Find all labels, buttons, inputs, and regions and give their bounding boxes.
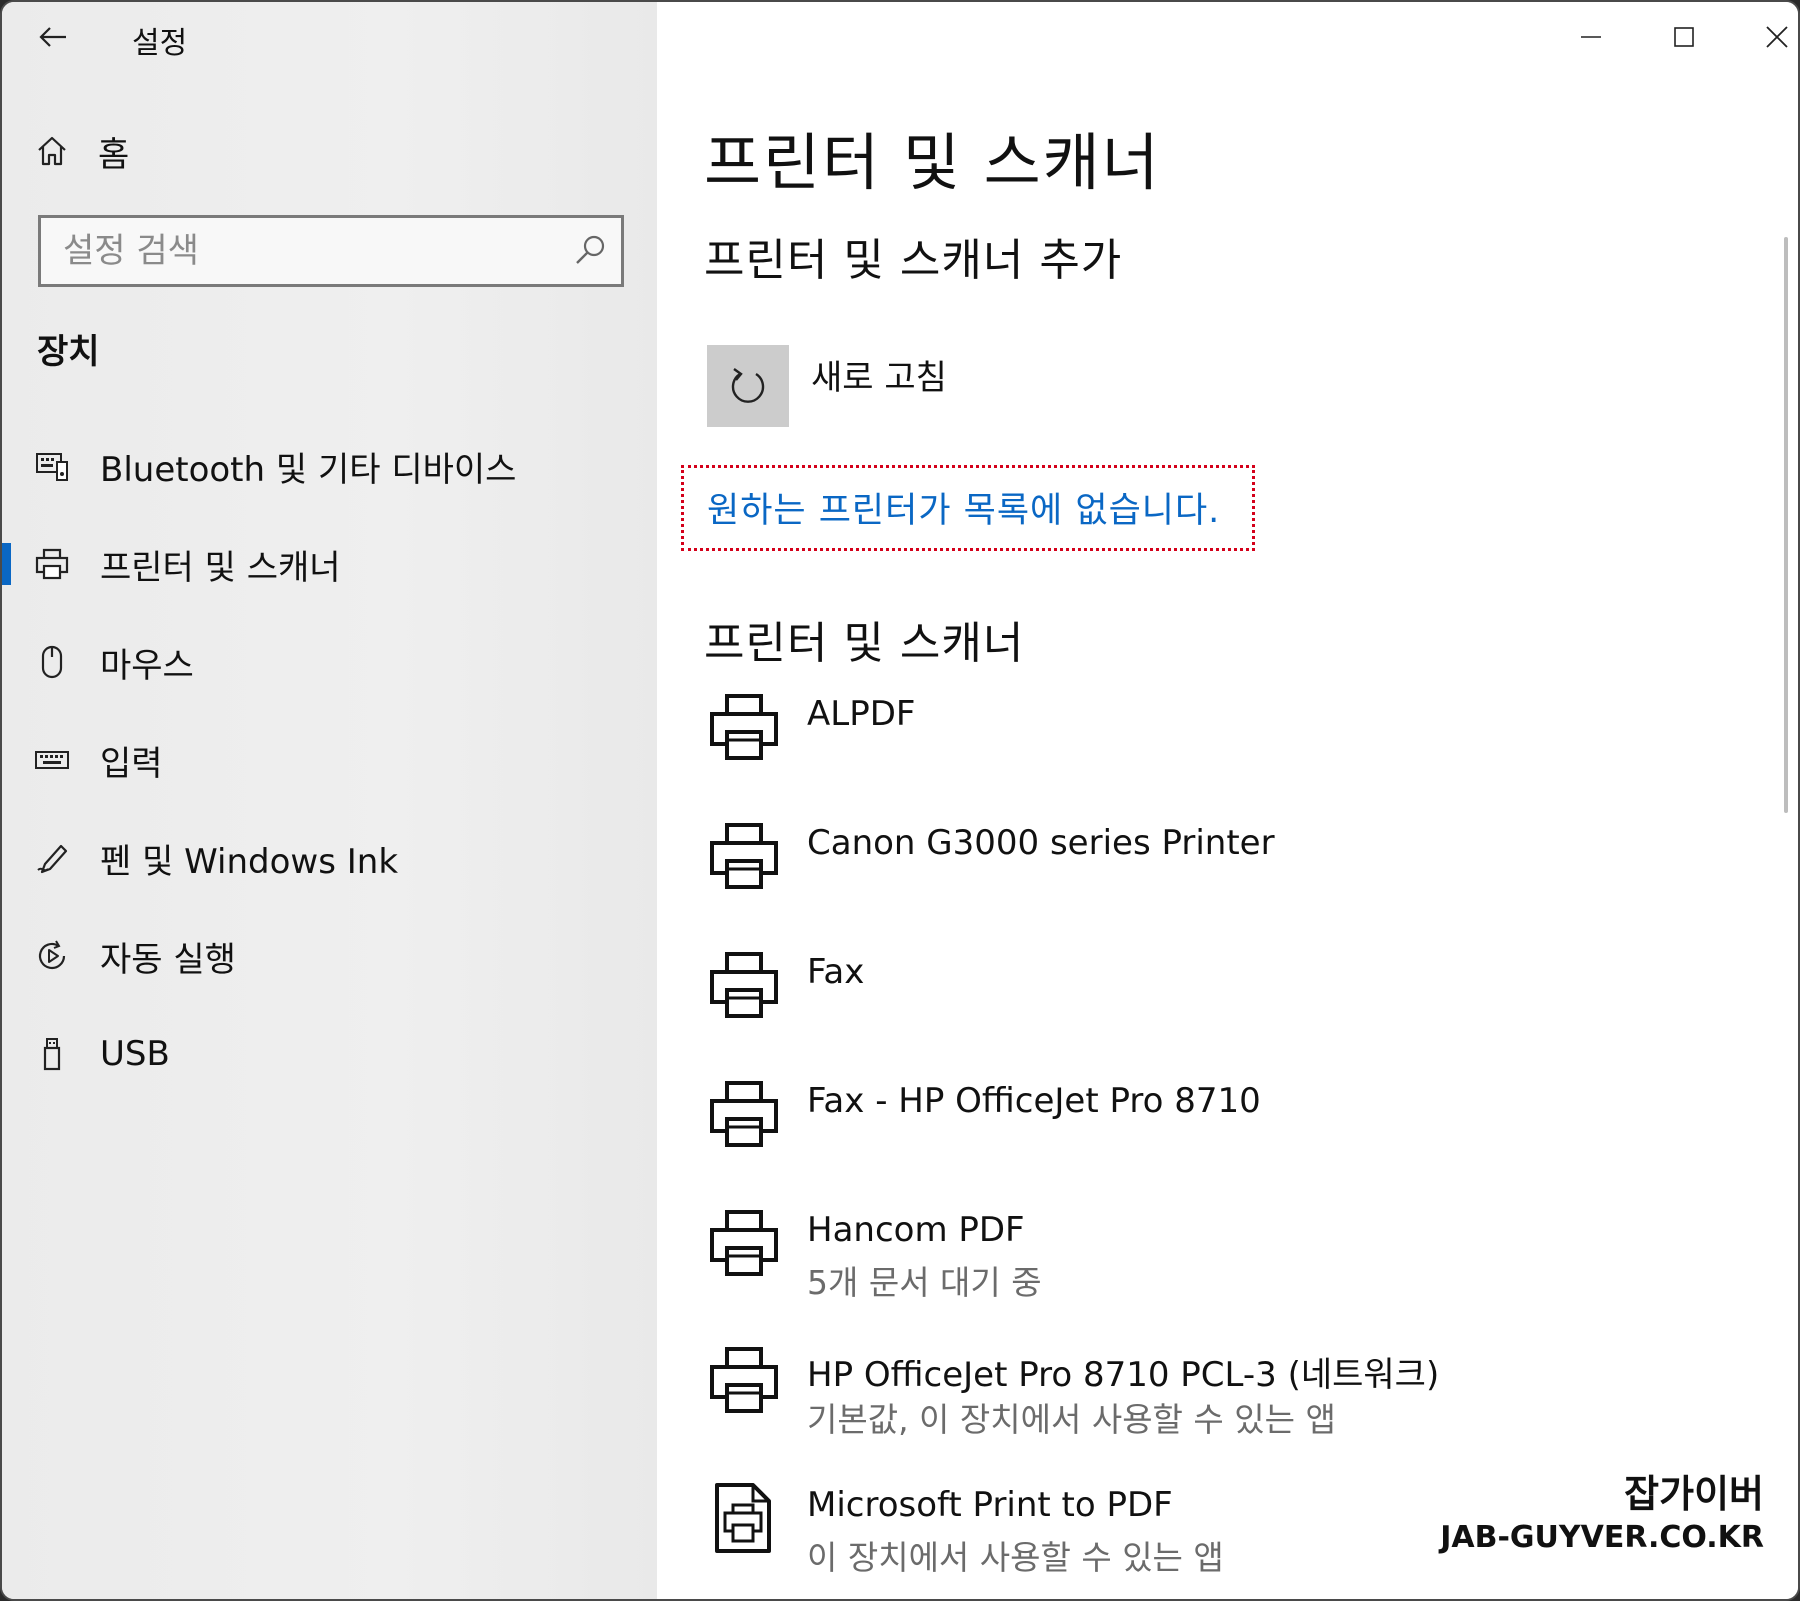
watermark: 잡가이버 JAB-GUYVER.CO.KR xyxy=(1440,1463,1764,1555)
printer-status: 기본값, 이 장치에서 사용할 수 있는 앱 xyxy=(807,1400,1336,1439)
sidebar-item-label: USB xyxy=(100,1034,170,1074)
printer-item[interactable]: Fax xyxy=(707,948,1767,1077)
home-label: 홈 xyxy=(98,134,130,175)
page-title: 프린터 및 스캐너 xyxy=(704,126,1161,199)
minimize-icon xyxy=(1581,36,1601,38)
sidebar-item-label: 펜 및 Windows Ink xyxy=(100,841,399,882)
printer-icon xyxy=(32,544,72,584)
printer-icon xyxy=(707,690,781,764)
refresh-button[interactable] xyxy=(707,345,789,427)
refresh-icon xyxy=(731,368,765,403)
printer-name: Hancom PDF xyxy=(807,1210,1025,1250)
sidebar-nav: Bluetooth 및 기타 디바이스 프린터 및 스캐너 마우스 입력 펜 및… xyxy=(2,417,657,1103)
sidebar: 설정 홈 장치 xyxy=(2,2,657,1599)
main-content: 프린터 및 스캐너 프린터 및 스캐너 추가 새로 고침 원하는 프린터가 목록… xyxy=(657,2,1798,1599)
back-arrow-icon xyxy=(39,27,66,47)
autoplay-icon xyxy=(32,936,72,976)
settings-search-box[interactable] xyxy=(38,215,624,287)
close-button[interactable] xyxy=(1747,12,1798,62)
sidebar-item-label: 마우스 xyxy=(100,645,194,686)
usb-icon xyxy=(32,1034,72,1074)
sidebar-item-label: 프린터 및 스캐너 xyxy=(100,547,341,588)
pdf-printer-icon xyxy=(707,1481,781,1555)
sidebar-item-usb[interactable]: USB xyxy=(2,1005,657,1103)
settings-search-input[interactable] xyxy=(41,218,561,284)
refresh-label[interactable]: 새로 고침 xyxy=(811,350,947,399)
search-icon[interactable] xyxy=(571,232,609,270)
home-icon xyxy=(32,131,72,171)
printer-name: HP OfficeJet Pro 8710 PCL-3 (네트워크) xyxy=(807,1355,1440,1395)
printer-status: 이 장치에서 사용할 수 있는 앱 xyxy=(807,1538,1224,1577)
sidebar-item-printers[interactable]: 프린터 및 스캐너 xyxy=(2,515,657,613)
printer-icon xyxy=(707,1343,781,1417)
printer-item[interactable]: HP OfficeJet Pro 8710 PCL-3 (네트워크) 기본값, … xyxy=(707,1343,1767,1481)
bluetooth-devices-icon xyxy=(32,446,72,486)
sidebar-item-label: 자동 실행 xyxy=(100,939,236,980)
maximize-button[interactable] xyxy=(1654,12,1714,62)
sidebar-item-mouse[interactable]: 마우스 xyxy=(2,613,657,711)
sidebar-item-autoplay[interactable]: 자동 실행 xyxy=(2,907,657,1005)
sidebar-item-pen[interactable]: 펜 및 Windows Ink xyxy=(2,809,657,907)
printer-item[interactable]: Fax - HP OfficeJet Pro 8710 xyxy=(707,1077,1767,1206)
printer-name: Canon G3000 series Printer xyxy=(807,823,1275,863)
sidebar-item-typing[interactable]: 입력 xyxy=(2,711,657,809)
settings-window: 설정 홈 장치 xyxy=(0,0,1800,1601)
printers-list-heading: 프린터 및 스캐너 xyxy=(704,618,1025,669)
printer-name: ALPDF xyxy=(807,694,916,734)
keyboard-icon xyxy=(32,740,72,780)
printer-not-listed-link[interactable]: 원하는 프린터가 목록에 없습니다. xyxy=(707,482,1220,533)
printer-name: Fax xyxy=(807,952,865,992)
printer-icon xyxy=(707,819,781,893)
sidebar-item-label: Bluetooth 및 기타 디바이스 xyxy=(100,449,517,490)
printer-name: Fax - HP OfficeJet Pro 8710 xyxy=(807,1081,1261,1121)
printer-icon xyxy=(707,1077,781,1151)
sidebar-item-label: 입력 xyxy=(100,743,163,784)
printer-icon xyxy=(707,1206,781,1280)
printer-name: Microsoft Print to PDF xyxy=(807,1485,1173,1525)
watermark-name: 잡가이버 xyxy=(1624,1472,1764,1516)
home-nav-item[interactable]: 홈 xyxy=(32,126,129,176)
sidebar-item-bluetooth[interactable]: Bluetooth 및 기타 디바이스 xyxy=(2,417,657,515)
app-title: 설정 xyxy=(132,26,188,61)
back-button[interactable] xyxy=(30,16,76,58)
maximize-icon xyxy=(1674,27,1694,47)
pen-icon xyxy=(32,838,72,878)
sidebar-section-title: 장치 xyxy=(37,332,100,372)
close-icon xyxy=(1766,26,1788,48)
add-printers-heading: 프린터 및 스캐너 추가 xyxy=(704,235,1123,286)
printer-status: 5개 문서 대기 중 xyxy=(807,1263,1042,1302)
printer-item[interactable]: Canon G3000 series Printer xyxy=(707,819,1767,948)
printer-item[interactable]: ALPDF xyxy=(707,690,1767,819)
watermark-site: JAB-GUYVER.CO.KR xyxy=(1440,1520,1764,1555)
minimize-button[interactable] xyxy=(1561,12,1621,62)
mouse-icon xyxy=(32,642,72,682)
printer-item[interactable]: Hancom PDF 5개 문서 대기 중 xyxy=(707,1206,1767,1343)
scrollbar[interactable] xyxy=(1784,237,1788,813)
printer-icon xyxy=(707,948,781,1022)
